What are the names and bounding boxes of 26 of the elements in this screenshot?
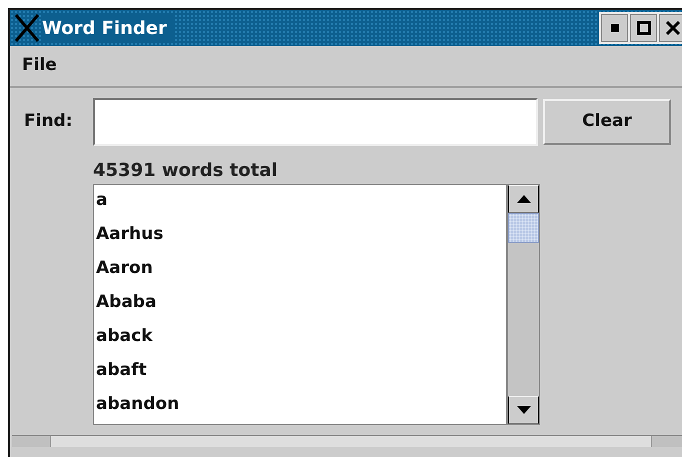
scroll-up-button[interactable] xyxy=(508,185,539,213)
scroll-down-button[interactable] xyxy=(508,396,539,424)
up-arrow-icon xyxy=(516,195,530,203)
find-label: Find: xyxy=(24,110,74,134)
minimize-icon xyxy=(610,24,618,32)
x-logo-icon xyxy=(14,14,40,42)
clear-button[interactable]: Clear xyxy=(543,99,671,145)
word-item[interactable]: Aaron xyxy=(96,253,506,287)
word-item[interactable]: abandon xyxy=(96,389,506,423)
close-icon xyxy=(666,21,680,35)
window-title: Word Finder xyxy=(42,14,173,42)
minimize-button[interactable] xyxy=(601,14,628,42)
scroll-thumb[interactable] xyxy=(508,213,539,243)
find-field[interactable] xyxy=(93,98,538,146)
vertical-scrollbar[interactable] xyxy=(507,184,540,425)
maximize-button[interactable] xyxy=(630,14,657,42)
word-item[interactable]: Ababa xyxy=(96,287,506,321)
close-button[interactable] xyxy=(659,14,682,42)
word-item[interactable]: abaft xyxy=(96,355,506,389)
word-count-label: 45391 words total xyxy=(93,159,279,183)
maximize-icon xyxy=(636,21,650,35)
word-item[interactable]: Aarhus xyxy=(96,219,506,253)
down-arrow-icon xyxy=(516,406,530,414)
word-item[interactable]: a xyxy=(96,185,506,219)
menu-item[interactable]: File xyxy=(22,53,57,79)
word-item[interactable]: aback xyxy=(96,321,506,355)
